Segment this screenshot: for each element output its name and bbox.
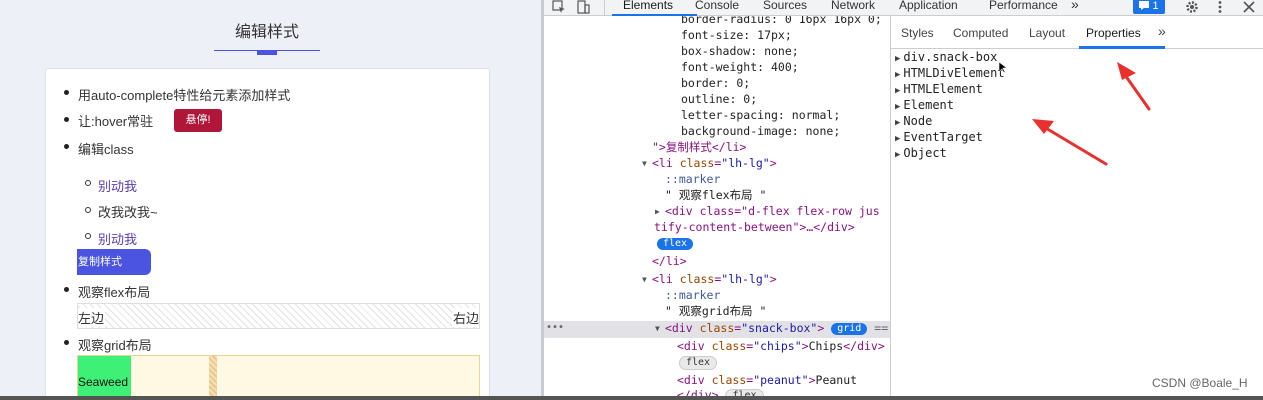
- sub-item-dont-touch-2[interactable]: 别动我: [98, 229, 137, 248]
- web-page-panel: 编辑样式 用auto-complete特性给元素添加样式 让:hover常驻 悬…: [0, 0, 541, 400]
- page-title: 编辑样式: [234, 24, 299, 41]
- bottom-bar: [0, 396, 1263, 400]
- item-autocomplete: 用auto-complete特性给元素添加样式: [78, 88, 291, 103]
- item-grid-layout: 观察grid布局: [78, 338, 152, 353]
- sub-item-change-me[interactable]: 改我改我~: [98, 202, 158, 221]
- devtools-panel: Elements Console Sources Network Applica…: [544, 0, 1263, 400]
- grid-cell-seaweed: Seaweed: [78, 356, 131, 400]
- copy-style-button[interactable]: 复制样式: [77, 249, 151, 275]
- bullet: [64, 117, 69, 122]
- title-underline-accent: [257, 50, 277, 55]
- grid-gap-overlay: [209, 356, 217, 400]
- flex-right-item: 右边: [451, 308, 479, 327]
- red-arrow-icon: [1117, 62, 1151, 111]
- flex-container: 左边 右边: [77, 303, 480, 329]
- bullet: [64, 287, 69, 292]
- sub-bullet: [85, 233, 91, 239]
- hover-button[interactable]: 悬停!: [174, 109, 222, 132]
- grid-cell-label: Seaweed: [78, 375, 129, 389]
- item-edit-class: 编辑class: [78, 142, 134, 157]
- annotation-arrows: [1032, 62, 1151, 166]
- bullet: [64, 144, 69, 149]
- flex-left-item: 左边: [78, 308, 106, 327]
- watermark: CSDN @Boale_H: [1152, 376, 1248, 390]
- bullet: [64, 90, 69, 95]
- item-hover: 让:hover常驻: [78, 114, 154, 129]
- screenshot-root: 编辑样式 用auto-complete特性给元素添加样式 让:hover常驻 悬…: [0, 0, 1263, 400]
- item-flex-layout: 观察flex布局: [78, 285, 151, 300]
- sub-item-dont-touch-1[interactable]: 别动我: [98, 176, 137, 195]
- bullet: [64, 340, 69, 345]
- sub-bullet: [85, 207, 91, 213]
- sub-bullet: [85, 180, 91, 186]
- red-arrow-icon: [1032, 119, 1108, 166]
- grid-container: Seaweed: [77, 355, 480, 400]
